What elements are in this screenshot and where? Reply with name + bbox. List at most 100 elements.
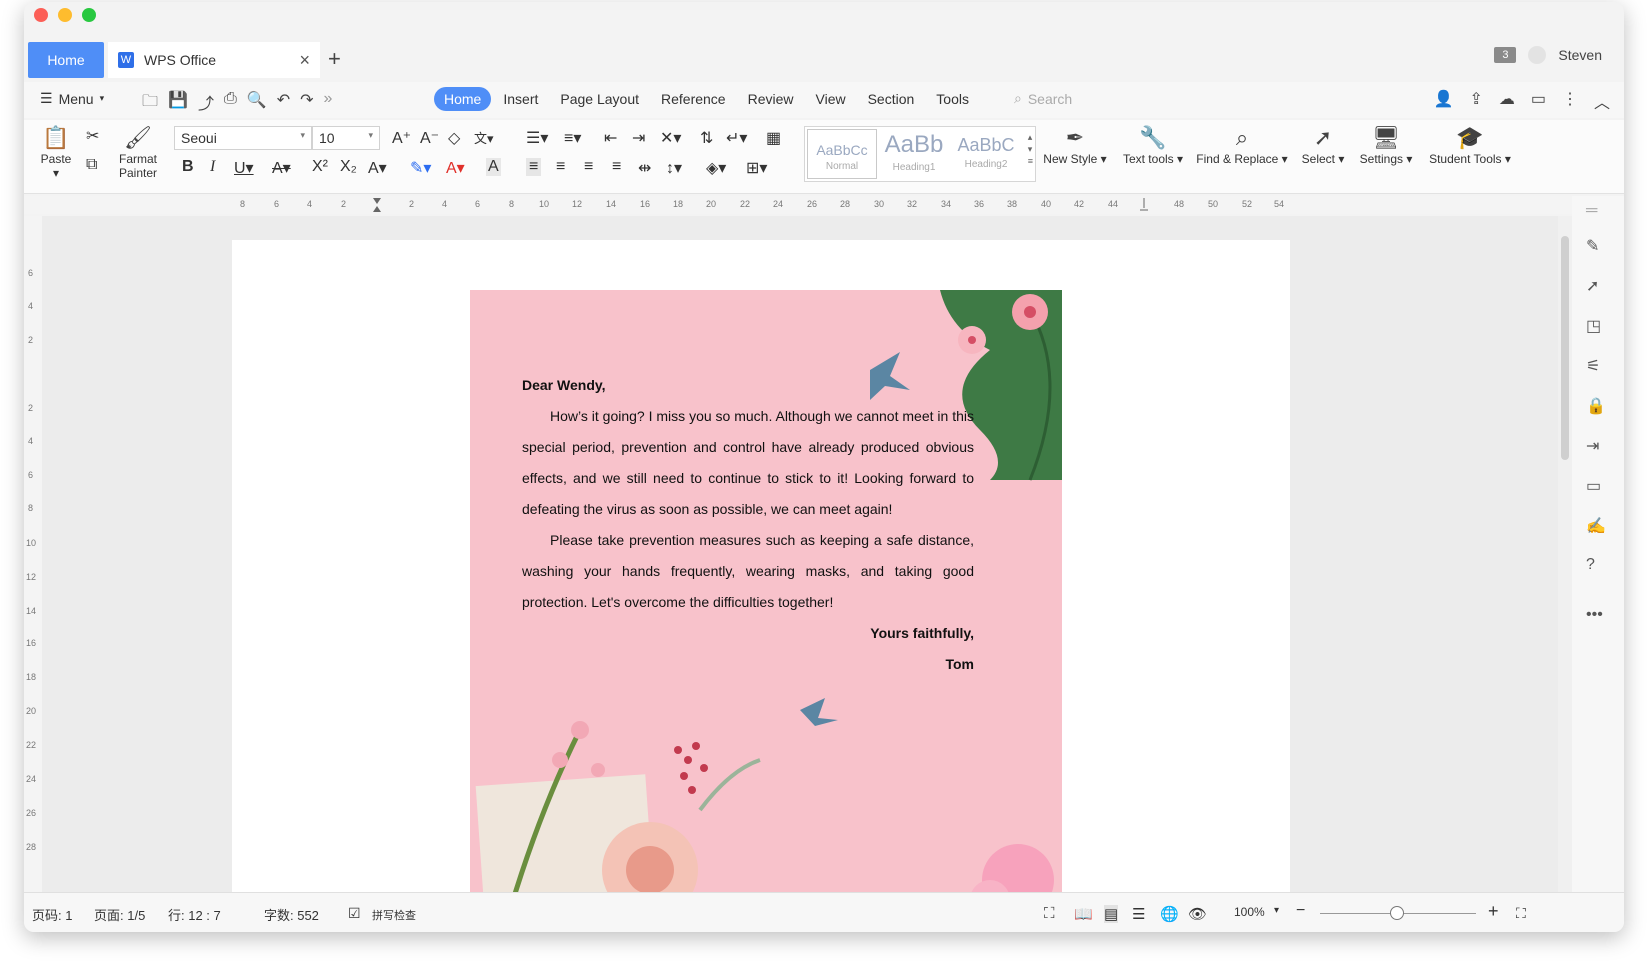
style-gallery-scroll[interactable]: ▴ ▾ ≡ (1028, 131, 1033, 167)
eye-protection-icon[interactable]: 👁 (1188, 905, 1207, 923)
comment-icon[interactable]: ▭ (1531, 89, 1546, 113)
select-button[interactable]: ➚ Select ▾ (1300, 124, 1346, 166)
cursor-icon[interactable]: ➚ (1586, 276, 1599, 296)
letter-body[interactable]: Dear Wendy, How’s it going? I miss you s… (522, 370, 974, 680)
justify-icon[interactable]: ≡ (612, 158, 621, 176)
distribute-icon[interactable]: ⇹ (638, 158, 651, 178)
redo-icon[interactable]: ↷ (300, 90, 313, 117)
style-normal[interactable]: AaBbCc Normal (807, 129, 877, 179)
close-tab-icon[interactable]: × (299, 50, 310, 71)
phonetic-guide-icon[interactable]: 文▾ (474, 128, 494, 147)
tab-tools[interactable]: Tools (926, 87, 979, 111)
align-center-icon[interactable]: ≡ (556, 158, 565, 176)
superscript-icon[interactable]: X² (312, 158, 328, 176)
style-heading1[interactable]: AaBb Heading1 (879, 129, 949, 179)
signature-icon[interactable]: ✍ (1586, 516, 1606, 536)
grow-font-icon[interactable]: A⁺ (392, 128, 411, 148)
zoom-level[interactable]: 100% (1234, 905, 1265, 919)
read-mode-icon[interactable]: 📖 (1074, 905, 1093, 923)
print-icon[interactable]: ⎙ (224, 90, 237, 117)
more-tools-icon[interactable]: » (324, 90, 333, 117)
underline-icon[interactable]: U▾ (234, 158, 254, 178)
tab-document[interactable]: W WPS Office × (108, 42, 320, 78)
chevron-down-icon[interactable]: ▾ (1274, 905, 1279, 916)
export-icon[interactable]: ⤴ (198, 90, 214, 117)
cut-icon[interactable]: ✂ (86, 126, 99, 146)
text-effect-icon[interactable]: A▾ (368, 158, 387, 178)
increase-indent-icon[interactable]: ⇥ (632, 128, 645, 148)
page-number[interactable]: 页码: 1 (32, 905, 72, 924)
fullscreen-icon[interactable]: ⛶ (1516, 905, 1526, 922)
undo-icon[interactable]: ↶ (277, 90, 290, 117)
tab-reference[interactable]: Reference (651, 87, 736, 111)
sidebar-handle-icon[interactable]: ═ (1586, 202, 1597, 220)
page-view-icon[interactable]: ▤ (1104, 905, 1119, 923)
char-shading-icon[interactable]: A (486, 158, 501, 176)
outline-view-icon[interactable]: ☰ (1132, 905, 1145, 923)
format-painter-button[interactable]: 🖌 Farmat Painter (116, 124, 160, 180)
line-spacing-icon[interactable]: ↕▾ (666, 158, 682, 178)
web-view-icon[interactable]: 🌐 (1160, 905, 1179, 923)
find-replace-button[interactable]: ⌕ Find & Replace ▾ (1196, 124, 1288, 166)
italic-icon[interactable]: I (210, 158, 215, 176)
help-icon[interactable]: ? (1586, 556, 1595, 574)
numbering-icon[interactable]: ≡▾ (564, 128, 581, 148)
zoom-out-icon[interactable]: − (1296, 902, 1305, 920)
chinese-layout-icon[interactable]: ✕▾ (660, 128, 681, 148)
indent-marker-icon[interactable] (373, 198, 381, 212)
style-heading2[interactable]: AaBbC Heading2 (951, 129, 1021, 179)
print-preview-icon[interactable]: 🔍 (247, 90, 267, 117)
paste-button[interactable]: 📋 Paste ▾ (36, 124, 76, 180)
font-name-select[interactable]: Seoui ▾ (174, 126, 312, 150)
subscript-icon[interactable]: X₂ (340, 158, 357, 176)
zoom-in-icon[interactable]: + (1488, 901, 1499, 922)
vertical-scrollbar[interactable] (1558, 216, 1572, 892)
scrollbar-thumb[interactable] (1561, 236, 1569, 460)
sort-icon[interactable]: ⇅ (700, 128, 713, 148)
tab-home[interactable]: Home (28, 42, 104, 78)
open-folder-icon[interactable]: 🗀 (142, 90, 158, 117)
clear-format-icon[interactable]: ◇ (448, 128, 460, 148)
tab-review[interactable]: Review (738, 87, 804, 111)
borders-icon[interactable]: ⊞▾ (746, 158, 767, 178)
save-icon[interactable]: 💾 (168, 90, 188, 117)
cloud-sync-icon[interactable]: ☁ (1499, 89, 1515, 113)
indent-icon[interactable]: ⇥ (1586, 436, 1599, 456)
cursor-position[interactable]: 行: 12 : 7 (168, 905, 221, 924)
shapes-icon[interactable]: ◳ (1586, 316, 1601, 336)
vertical-ruler[interactable]: 642 2468 10 12 14 16 18 20 22 24 26 28 (24, 216, 42, 892)
document-page[interactable]: Dear Wendy, How’s it going? I miss you s… (232, 240, 1290, 892)
search-box[interactable]: ⌕ Search (1014, 90, 1072, 107)
share-icon[interactable]: ⇪ (1469, 89, 1482, 113)
pen-icon[interactable]: ✎ (1586, 236, 1599, 256)
more-options-icon[interactable]: ⋮ (1562, 89, 1578, 113)
collapse-ribbon-icon[interactable]: ︿ (1594, 89, 1610, 113)
bullets-icon[interactable]: ☰▾ (526, 128, 548, 148)
new-style-button[interactable]: ✒ New Style ▾ (1042, 124, 1108, 166)
close-window-button[interactable] (34, 8, 48, 22)
more-horizontal-icon[interactable]: ••• (1586, 606, 1603, 624)
text-tools-button[interactable]: 🔧 Text tools ▾ (1120, 124, 1186, 166)
paragraph-mark-icon[interactable]: ↵▾ (726, 128, 747, 148)
spellcheck-label[interactable]: 拼写检查 (372, 907, 416, 923)
spellcheck-icon[interactable]: ☑ (348, 905, 361, 922)
window-count-badge[interactable]: 3 (1494, 47, 1517, 63)
tab-home-ribbon[interactable]: Home (434, 87, 492, 111)
focus-mode-icon[interactable]: ⛶ (1044, 905, 1055, 922)
share-user-icon[interactable]: 👤 (1434, 89, 1454, 113)
font-size-select[interactable]: 10 ▾ (312, 126, 380, 150)
settings-button[interactable]: 🖥 Settings ▾ (1358, 124, 1414, 166)
page-count[interactable]: 页面: 1/5 (94, 905, 145, 924)
copy-icon[interactable]: ⧉ (86, 156, 97, 174)
ruler-toggle-icon[interactable]: ▦ (766, 128, 781, 148)
shading-icon[interactable]: ◈▾ (706, 158, 726, 178)
inbox-icon[interactable]: ▭ (1586, 476, 1601, 496)
word-count[interactable]: 字数: 552 (264, 905, 319, 924)
align-left-icon[interactable]: ≡ (526, 158, 542, 176)
bold-icon[interactable]: B (182, 158, 194, 176)
document-canvas[interactable]: Dear Wendy, How’s it going? I miss you s… (42, 216, 1572, 892)
right-indent-marker-icon[interactable] (1140, 198, 1148, 211)
tab-insert[interactable]: Insert (493, 87, 548, 111)
strikethrough-icon[interactable]: A▾ (272, 158, 291, 178)
user-name[interactable]: Steven (1558, 47, 1602, 63)
